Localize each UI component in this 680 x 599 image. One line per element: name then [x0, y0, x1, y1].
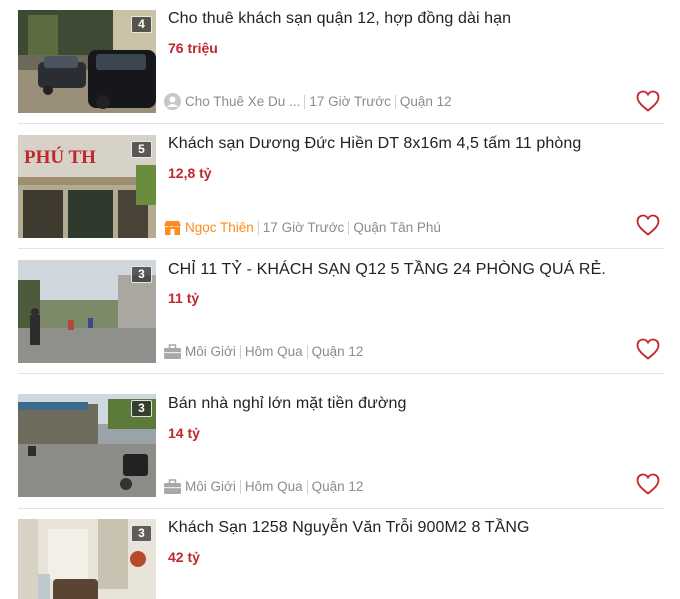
- meta-divider: [239, 479, 241, 494]
- listing-thumbnail[interactable]: 3: [18, 519, 156, 599]
- listing-price: 76 triệu: [168, 40, 218, 56]
- listing-thumbnail[interactable]: 3: [18, 260, 156, 363]
- save-heart-icon[interactable]: [636, 90, 660, 112]
- meta-divider: [348, 220, 350, 235]
- briefcase-icon: [164, 479, 181, 494]
- listing-location: Quận Tân Phú: [353, 220, 441, 235]
- seller-name[interactable]: Cho Thuê Xe Du ...: [185, 94, 300, 109]
- listing-title[interactable]: Khách Sạn 1258 Nguyễn Văn Trỗi 900M2 8 T…: [168, 519, 530, 537]
- posted-time: Hôm Qua: [244, 479, 303, 494]
- listing-thumbnail[interactable]: 4: [18, 10, 156, 113]
- listing-price: 12,8 tỷ: [168, 165, 212, 181]
- listing-thumbnail[interactable]: PHÚ TH 5: [18, 135, 156, 238]
- listing-meta: Môi Giới Hôm Qua Quận 12: [163, 478, 363, 495]
- image-count-badge: 3: [131, 525, 152, 542]
- image-count-badge: 3: [131, 266, 152, 283]
- meta-divider: [306, 479, 308, 494]
- save-heart-icon[interactable]: [636, 338, 660, 360]
- listing-thumbnail[interactable]: 3: [18, 394, 156, 497]
- listing-title[interactable]: Khách sạn Dương Đức Hiền DT 8x16m 4,5 tấ…: [168, 135, 581, 153]
- listing-title[interactable]: Cho thuê khách sạn quận 12, hợp đồng dài…: [168, 10, 511, 28]
- listing-title[interactable]: CHỈ 11 TỶ - KHÁCH SẠN Q12 5 TẦNG 24 PHÒN…: [168, 261, 606, 279]
- meta-divider: [306, 344, 308, 359]
- posted-time: Hôm Qua: [244, 344, 303, 359]
- listing-meta: Cho Thuê Xe Du ... 17 Giờ Trước Quận 12: [163, 93, 452, 110]
- listing-item[interactable]: 3 CHỈ 11 TỶ - KHÁCH SẠN Q12 5 TẦNG 24 PH…: [0, 249, 680, 374]
- listing-item[interactable]: 3 Bán nhà nghỉ lớn mặt tiền đường 14 tỷ …: [0, 374, 680, 509]
- meta-divider: [394, 94, 396, 109]
- listing-title[interactable]: Bán nhà nghỉ lớn mặt tiền đường: [168, 395, 407, 413]
- seller-name[interactable]: Môi Giới: [185, 344, 236, 359]
- shop-sign-text: PHÚ TH: [24, 146, 96, 168]
- seller-name[interactable]: Môi Giới: [185, 479, 236, 494]
- posted-time: 17 Giờ Trước: [309, 94, 391, 109]
- seller-name[interactable]: Ngọc Thiên: [185, 220, 254, 235]
- meta-divider: [304, 94, 306, 109]
- listing-meta: Ngọc Thiên 17 Giờ Trước Quận Tân Phú: [163, 219, 441, 236]
- briefcase-icon: [164, 344, 181, 359]
- meta-divider: [239, 344, 241, 359]
- save-heart-icon[interactable]: [636, 473, 660, 495]
- listing-location: Quận 12: [311, 344, 364, 359]
- listing-item[interactable]: 4 Cho thuê khách sạn quận 12, hợp đồng d…: [0, 0, 680, 124]
- listing-location: Quận 12: [399, 94, 452, 109]
- listing-price: 42 tỷ: [168, 549, 200, 565]
- posted-time: 17 Giờ Trước: [262, 220, 345, 235]
- save-heart-icon[interactable]: [636, 214, 660, 236]
- image-count-badge: 4: [131, 16, 152, 33]
- listing-item[interactable]: 3 Khách Sạn 1258 Nguyễn Văn Trỗi 900M2 8…: [0, 509, 680, 599]
- listing-price: 14 tỷ: [168, 425, 200, 441]
- listing-location: Quận 12: [311, 479, 364, 494]
- user-avatar-icon: [164, 93, 181, 110]
- shop-icon: [164, 221, 181, 235]
- meta-divider: [257, 220, 259, 235]
- listing-meta: Môi Giới Hôm Qua Quận 12: [163, 343, 363, 360]
- listing-item[interactable]: PHÚ TH 5 Khách sạn Dương Đức Hiền DT 8x1…: [0, 124, 680, 249]
- image-count-badge: 3: [131, 400, 152, 417]
- image-count-badge: 5: [131, 141, 152, 158]
- listing-price: 11 tỷ: [168, 290, 200, 306]
